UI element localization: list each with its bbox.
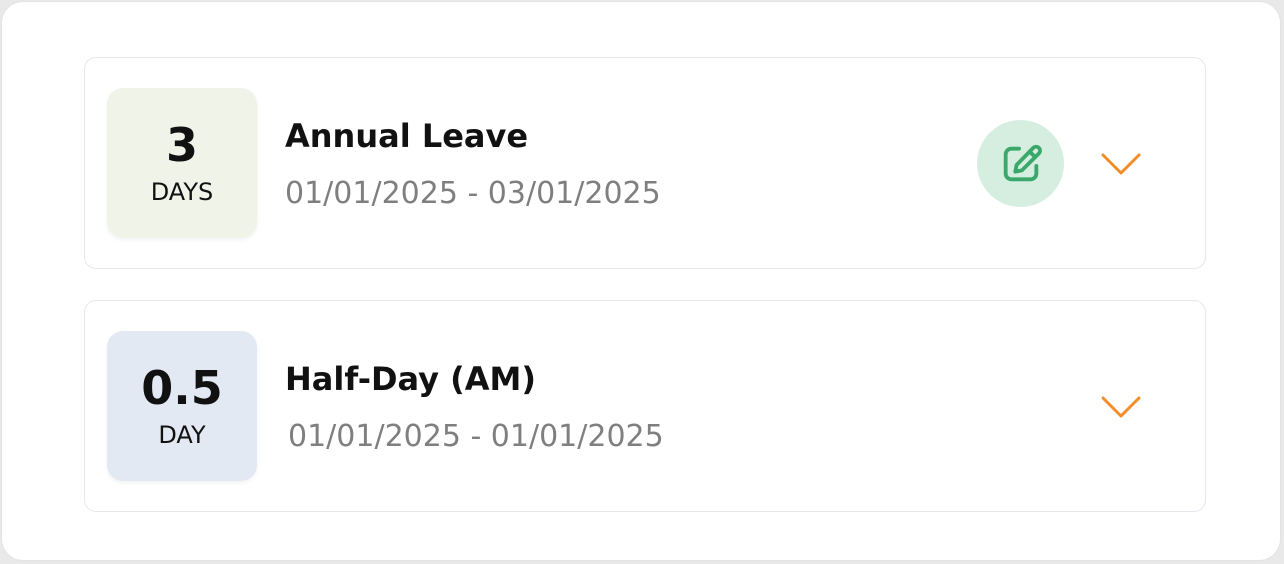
duration-count: 0.5: [141, 361, 223, 415]
leave-list-panel: 3 DAYS Annual Leave 01/01/2025 - 03/01/2…: [1, 1, 1281, 561]
edit-button[interactable]: [977, 120, 1064, 207]
duration-count: 3: [165, 118, 198, 172]
expand-button[interactable]: [1099, 393, 1143, 421]
chevron-down-icon: [1101, 396, 1141, 418]
edit-icon: [1003, 144, 1042, 181]
leave-title: Annual Leave: [285, 117, 529, 155]
leave-date-range: 01/01/2025 - 01/01/2025: [288, 419, 664, 454]
duration-badge: 0.5 DAY: [107, 331, 257, 481]
duration-badge: 3 DAYS: [107, 88, 257, 238]
expand-button[interactable]: [1099, 150, 1143, 178]
chevron-down-icon: [1101, 153, 1141, 175]
duration-unit: DAY: [158, 421, 206, 449]
leave-card-annual[interactable]: 3 DAYS Annual Leave 01/01/2025 - 03/01/2…: [84, 57, 1206, 269]
leave-title: Half-Day (AM): [285, 360, 537, 398]
leave-date-range: 01/01/2025 - 03/01/2025: [285, 176, 661, 211]
duration-unit: DAYS: [150, 178, 214, 206]
leave-card-half-day[interactable]: 0.5 DAY Half-Day (AM) 01/01/2025 - 01/01…: [84, 300, 1206, 512]
